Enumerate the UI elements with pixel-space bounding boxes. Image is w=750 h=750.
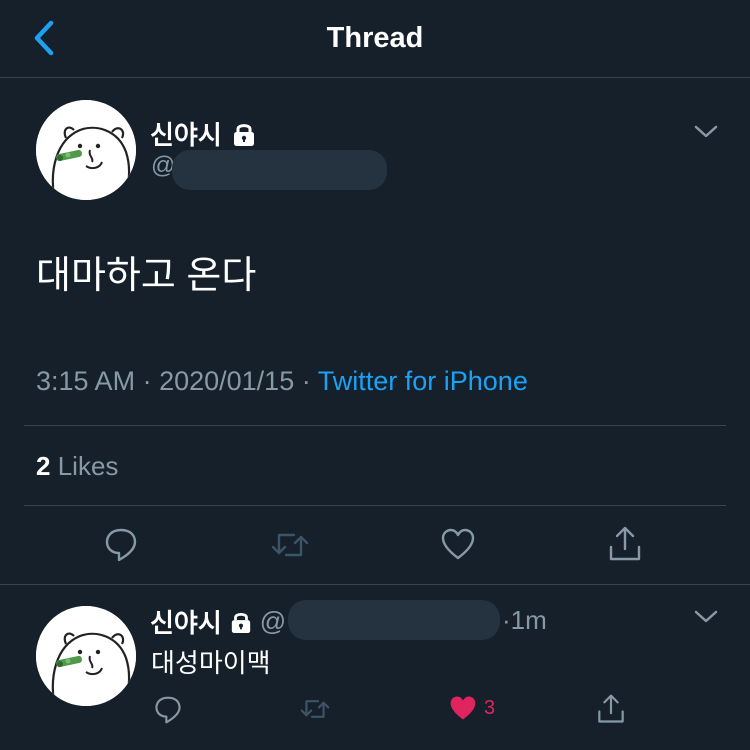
heart-filled-icon xyxy=(450,696,476,720)
avatar[interactable] xyxy=(36,100,136,200)
tweet-source-link[interactable]: Twitter for iPhone xyxy=(318,366,528,396)
tweet-date: 2020/01/15 xyxy=(159,366,295,396)
retweet-icon xyxy=(271,533,309,557)
reply-icon xyxy=(155,696,181,724)
reply-button[interactable] xyxy=(104,527,138,563)
display-name-text: 신야시 xyxy=(150,120,222,150)
bear-avatar-icon xyxy=(36,100,136,200)
share-button[interactable] xyxy=(596,693,626,725)
tweet-time: 3:15 AM xyxy=(36,366,136,396)
meta-separator: · xyxy=(301,366,318,396)
like-button[interactable] xyxy=(440,527,476,561)
retweet-button[interactable] xyxy=(299,695,331,723)
heart-icon xyxy=(441,528,475,560)
meta-separator: · xyxy=(502,605,511,635)
more-options-button[interactable] xyxy=(693,609,719,630)
likes-label: Likes xyxy=(57,451,119,481)
redacted-handle xyxy=(172,150,387,190)
like-button[interactable]: 3 xyxy=(448,694,495,722)
tweet-metadata: 3:15 AM · 2020/01/15 · Twitter for iPhon… xyxy=(36,366,528,397)
meta-separator: · xyxy=(142,366,160,396)
chevron-down-icon xyxy=(694,610,718,623)
more-options-button[interactable] xyxy=(693,124,719,145)
display-name-text[interactable]: 신야시 xyxy=(150,603,222,640)
share-icon xyxy=(609,526,641,561)
retweet-button[interactable] xyxy=(270,527,310,563)
share-icon xyxy=(598,694,624,723)
lock-icon xyxy=(230,610,252,634)
chevron-down-icon xyxy=(694,125,718,138)
reply-timestamp: ·1m xyxy=(502,605,547,636)
top-bar: Thread xyxy=(0,0,750,78)
display-name[interactable]: 신야시 xyxy=(150,115,256,152)
divider xyxy=(24,505,726,506)
page-title: Thread xyxy=(326,22,424,54)
share-button[interactable] xyxy=(607,525,643,563)
tweet-text: 대마하고 온다 xyxy=(36,255,257,297)
reply-button[interactable] xyxy=(154,695,182,725)
avatar[interactable] xyxy=(36,606,136,706)
like-count: 3 xyxy=(484,696,496,719)
handle: @ xyxy=(259,606,287,636)
lock-icon xyxy=(233,123,254,146)
reply-time: 1m xyxy=(510,605,547,635)
reply-text: 대성마이맥 xyxy=(151,648,271,678)
retweet-icon xyxy=(300,700,330,718)
likes-count: 2 xyxy=(36,451,51,481)
divider xyxy=(0,584,750,585)
reply-header: 신야시 @ xyxy=(150,603,286,640)
likes-stat[interactable]: 2 Likes xyxy=(36,451,118,482)
reply-icon xyxy=(105,528,137,562)
redacted-handle xyxy=(288,600,500,640)
bear-avatar-icon xyxy=(36,606,136,706)
divider xyxy=(24,425,726,426)
